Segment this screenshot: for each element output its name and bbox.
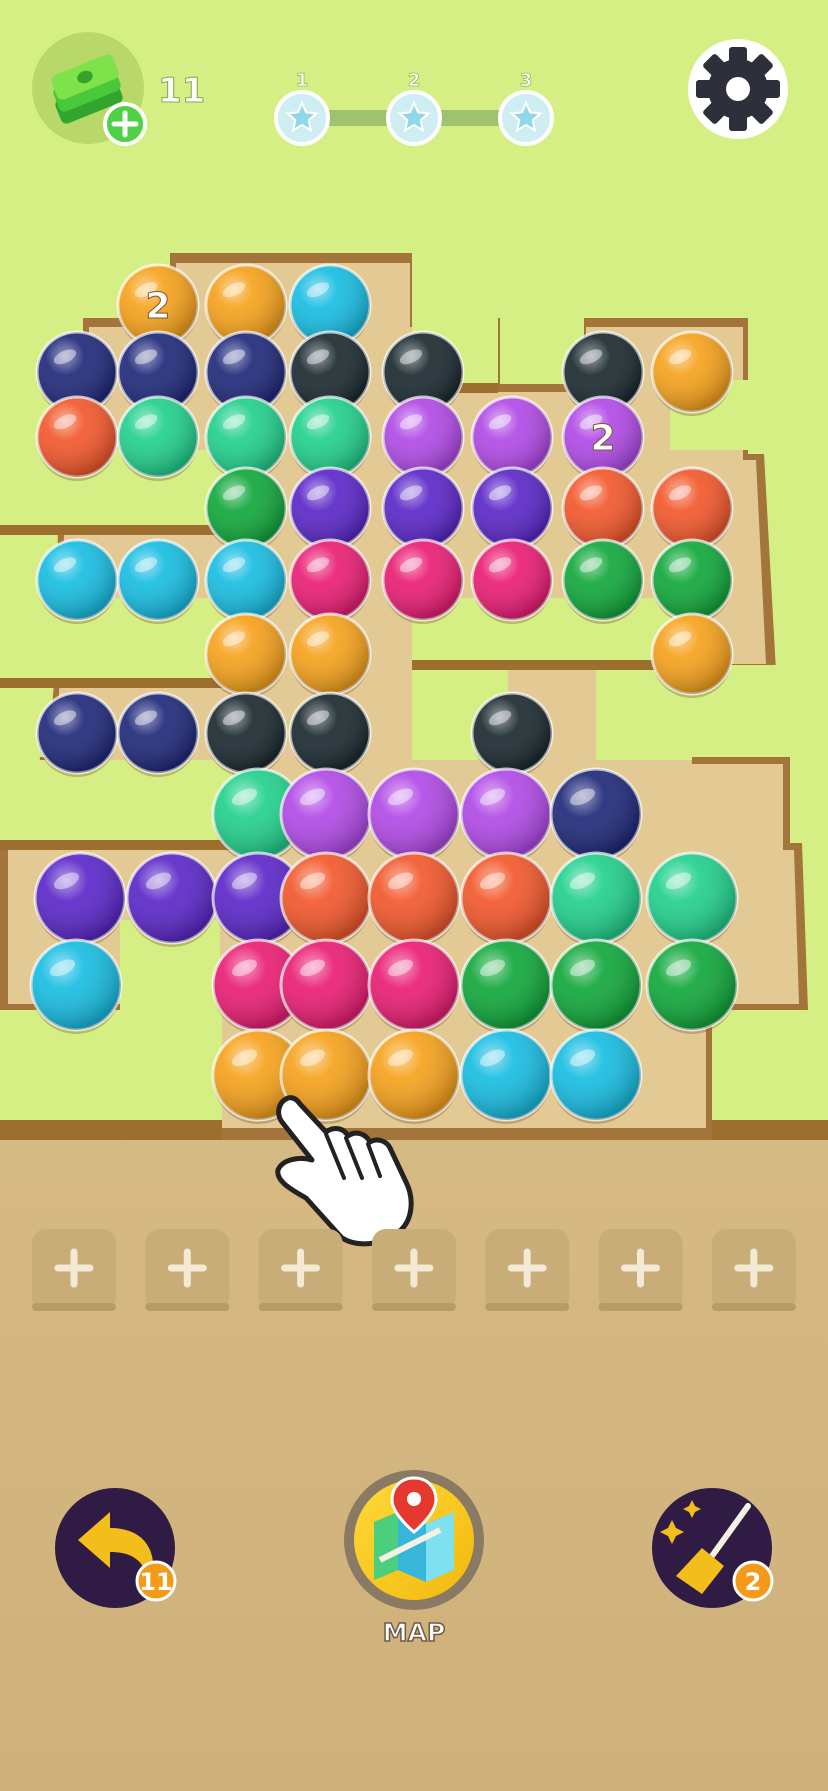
ball[interactable] [29,938,123,1034]
ball[interactable] [367,851,461,947]
slot-3[interactable] [258,1229,343,1311]
ball[interactable] [645,851,739,947]
ball[interactable] [279,851,373,947]
clear-button[interactable]: 2 [652,1488,774,1608]
ball[interactable] [35,538,119,624]
slot-5[interactable] [485,1229,570,1311]
ball[interactable] [549,1028,643,1124]
ball[interactable] [367,1028,461,1124]
ball[interactable] [367,767,461,863]
collection-slots [32,1229,796,1311]
ball[interactable] [288,691,372,777]
undo-count: 11 [139,1568,172,1596]
ball[interactable] [549,851,643,947]
ball[interactable] [459,1028,553,1124]
ball[interactable] [381,538,465,624]
ball[interactable] [650,330,734,416]
map-label: MAP [383,1618,446,1647]
ball[interactable] [204,691,288,777]
ball[interactable] [561,538,645,624]
ball[interactable] [35,691,119,777]
slot-6[interactable] [598,1229,683,1311]
ball[interactable] [279,938,373,1034]
ball[interactable] [204,538,288,624]
ball[interactable] [549,767,643,863]
clear-count: 2 [745,1568,762,1596]
ball[interactable] [459,938,553,1034]
ball[interactable] [470,691,554,777]
undo-button[interactable]: 11 [55,1488,177,1608]
slot-1[interactable] [32,1229,116,1311]
ball[interactable] [459,767,553,863]
star-number: 1 [296,70,309,91]
ball[interactable] [459,851,553,947]
ball[interactable] [650,612,734,698]
slot-2[interactable] [145,1229,230,1311]
star-number: 3 [520,70,533,91]
ball[interactable] [116,395,200,481]
ball[interactable] [288,538,372,624]
gear-icon [696,47,780,131]
ball-layer-count: 2 [590,418,615,459]
ball[interactable] [116,691,200,777]
ball[interactable] [204,612,288,698]
ball[interactable] [279,767,373,863]
ball[interactable] [288,612,372,698]
ball[interactable] [470,538,554,624]
slot-4[interactable] [371,1229,456,1311]
ball[interactable] [35,395,119,481]
map-pin-dot [407,1492,421,1506]
slot-7[interactable] [711,1229,796,1311]
ball[interactable] [367,938,461,1034]
ball[interactable] [650,538,734,624]
ball[interactable] [116,538,200,624]
add-currency-button[interactable] [103,102,147,146]
ball[interactable] [125,851,219,947]
ball[interactable] [645,938,739,1034]
ball-layer-count: 2 [145,286,170,327]
game-stage: 2 2 11 1 2 3 11 MAP 2 [0,0,828,1791]
ball[interactable] [33,851,127,947]
currency-amount: 11 [158,71,205,111]
star-number: 2 [408,70,421,91]
ball[interactable] [549,938,643,1034]
settings-button[interactable] [688,39,788,139]
